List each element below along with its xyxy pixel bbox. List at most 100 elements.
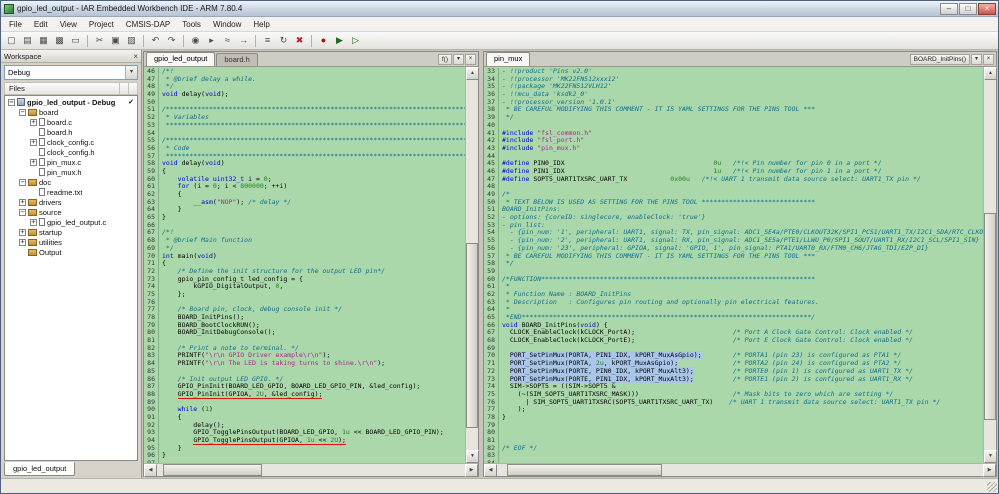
code-line[interactable]: 90 while (1) xyxy=(144,405,465,414)
left-horizontal-scrollbar[interactable]: ◀ ▶ xyxy=(144,463,478,477)
tree-item-board-h[interactable]: board.h xyxy=(5,127,137,137)
tree-item-pin-mux-c[interactable]: + pin_mux.c xyxy=(5,157,137,167)
code-line[interactable]: 53 *************************************… xyxy=(144,121,465,130)
code-line[interactable]: 68 CLOCK_EnableClock(kCLOCK_PortE); /* P… xyxy=(484,336,983,345)
tree-item-output[interactable]: Output xyxy=(5,247,137,257)
code-line[interactable]: 74 kGPIO_DigitalOutput, 0, xyxy=(144,282,465,291)
right-horizontal-scrollbar[interactable]: ◀ ▶ xyxy=(484,463,996,477)
debug-without-downloading-icon[interactable]: ▷ xyxy=(348,33,363,48)
tree-item-clock-config-h[interactable]: clock_config.h xyxy=(5,147,137,157)
code-line[interactable]: 57 * BE CAREFUL MODIFYING THIS COMMENT -… xyxy=(484,252,983,261)
tree-item-startup[interactable]: + startup xyxy=(5,227,137,237)
scroll-down-icon[interactable]: ▼ xyxy=(466,450,479,463)
expand-icon[interactable]: + xyxy=(30,118,37,126)
configuration-dropdown[interactable]: Debug ▾ xyxy=(4,65,138,80)
code-line[interactable]: 79 xyxy=(484,421,983,430)
menu-help[interactable]: Help xyxy=(247,19,275,30)
code-line[interactable]: 95 } xyxy=(144,444,465,453)
tree-item-board-c[interactable]: + board.c xyxy=(5,117,137,127)
redo-icon[interactable]: ↷ xyxy=(164,33,179,48)
menu-tools[interactable]: Tools xyxy=(176,19,207,30)
new-document-icon[interactable]: ▢ xyxy=(4,33,19,48)
code-line[interactable]: 39 */ xyxy=(484,113,983,122)
close-editor-icon[interactable]: × xyxy=(983,54,994,65)
right-vertical-scrollbar[interactable]: ▲ ▼ xyxy=(983,67,997,463)
code-line[interactable]: 94 GPIO_TogglePinsOutput(GPIOA, 1u << 2U… xyxy=(144,436,465,445)
code-line[interactable]: 47 * @brief delay a while. xyxy=(144,75,465,84)
download-and-debug-icon[interactable]: ▶ xyxy=(332,33,347,48)
code-line[interactable]: 49 void delay(void); xyxy=(144,90,465,99)
code-line[interactable]: 58 void delay(void) xyxy=(144,159,465,168)
tree-item-readme-txt[interactable]: readme.txt xyxy=(5,187,137,197)
code-line[interactable]: 80 xyxy=(484,429,983,438)
left-vertical-scrollbar[interactable]: ▲ ▼ xyxy=(465,67,479,463)
code-line[interactable]: 80 BOARD_InitDebugConsole(); xyxy=(144,329,465,338)
workspace-tab-gpio-led-output[interactable]: gpio_led_output xyxy=(4,462,76,476)
collapse-icon[interactable]: − xyxy=(19,208,26,216)
scrollbar-thumb[interactable] xyxy=(466,242,478,428)
code-line[interactable]: 75 }; xyxy=(144,290,465,299)
editor-tab-pin-mux[interactable]: pin_mux xyxy=(486,52,531,66)
tree-item-gpio-led-output-debug[interactable]: − gpio_led_output - Debug ✓ xyxy=(5,97,137,107)
tree-item-board[interactable]: − board xyxy=(5,107,137,117)
code-line[interactable]: 82/* EOF */ xyxy=(484,444,983,453)
scroll-down-icon[interactable]: ▼ xyxy=(984,450,997,463)
tree-item-source[interactable]: − source xyxy=(5,207,137,217)
function-selector[interactable]: BOARD_InitPins() xyxy=(909,54,970,65)
scroll-right-icon[interactable]: ▶ xyxy=(983,464,996,477)
right-vscroll-track[interactable] xyxy=(984,80,996,450)
left-hscroll-track[interactable] xyxy=(157,464,465,476)
tab-dropdown-icon[interactable]: ▾ xyxy=(453,54,464,65)
code-line[interactable]: 58 */ xyxy=(484,259,983,268)
code-line[interactable]: 61 for (i = 0; i < 800000; ++i) xyxy=(144,182,465,192)
expand-icon[interactable]: + xyxy=(30,158,37,166)
find-icon[interactable]: ◉ xyxy=(188,33,203,48)
code-line[interactable]: 60/*FUNCTION****************************… xyxy=(484,275,983,284)
replace-icon[interactable]: ≈ xyxy=(220,33,235,48)
code-line[interactable]: 47 #define SOPT5_UART1TXSRC_UART_TX 0x00u… xyxy=(484,175,983,184)
scrollbar-thumb[interactable] xyxy=(506,464,663,476)
code-line[interactable]: 63 __asm("NOP"); /* delay */ xyxy=(144,198,465,207)
left-vscroll-track[interactable] xyxy=(466,80,478,450)
collapse-icon[interactable]: − xyxy=(19,178,26,186)
code-line[interactable]: 70 int main(void) xyxy=(144,252,465,261)
minimize-icon[interactable]: – xyxy=(940,2,958,15)
code-line[interactable]: 78} xyxy=(484,413,983,422)
code-line[interactable]: 55/*************************************… xyxy=(144,136,465,145)
code-line[interactable]: 63 * Description : Configures pin routin… xyxy=(484,298,983,307)
print-icon[interactable]: ▭ xyxy=(68,33,83,48)
make-icon[interactable]: ≡ xyxy=(260,33,275,48)
expand-icon[interactable]: + xyxy=(19,238,26,246)
cut-icon[interactable]: ✂ xyxy=(92,33,107,48)
menu-view[interactable]: View xyxy=(54,19,83,30)
close-editor-icon[interactable]: × xyxy=(465,54,476,65)
code-line[interactable]: 48 xyxy=(484,183,983,192)
scrollbar-thumb[interactable] xyxy=(163,464,262,476)
code-line[interactable]: 88 GPIO_PinInit(GPIOA, 2U, &led_config); xyxy=(144,389,465,399)
menu-window[interactable]: Window xyxy=(207,19,247,30)
code-line[interactable]: 83 xyxy=(484,452,983,461)
resize-grip[interactable] xyxy=(987,482,997,492)
code-line[interactable]: 76 | SIM_SOPT5_UART1TXSRC(SOPT5_UART1TXS… xyxy=(484,398,983,407)
code-line[interactable]: 66 xyxy=(144,221,465,230)
stop-build-icon[interactable]: ✖ xyxy=(292,33,307,48)
code-line[interactable]: 65} xyxy=(144,213,465,222)
scroll-left-icon[interactable]: ◀ xyxy=(484,464,497,477)
scrollbar-thumb[interactable] xyxy=(984,213,996,421)
code-line[interactable]: 52- options: {coreID: singlecore, enable… xyxy=(484,213,983,222)
maximize-icon[interactable]: □ xyxy=(959,2,977,15)
tree-item-gpio-led-output-c[interactable]: + gpio_led_output.c xyxy=(5,217,137,227)
collapse-icon[interactable]: − xyxy=(8,98,15,106)
tree-item-doc[interactable]: − doc xyxy=(5,177,137,187)
code-line[interactable]: 81 xyxy=(484,436,983,445)
files-column-header[interactable]: Files xyxy=(4,82,138,95)
expand-icon[interactable]: + xyxy=(30,138,37,146)
tab-dropdown-icon[interactable]: ▾ xyxy=(971,54,982,65)
scroll-up-icon[interactable]: ▲ xyxy=(466,67,479,80)
menu-cmsis-dap[interactable]: CMSIS-DAP xyxy=(120,19,176,30)
code-line[interactable]: 64 } xyxy=(144,206,465,215)
code-line[interactable]: 77 ); xyxy=(484,405,983,414)
menu-edit[interactable]: Edit xyxy=(28,19,54,30)
scroll-left-icon[interactable]: ◀ xyxy=(144,464,157,477)
expand-icon[interactable]: + xyxy=(19,198,26,206)
